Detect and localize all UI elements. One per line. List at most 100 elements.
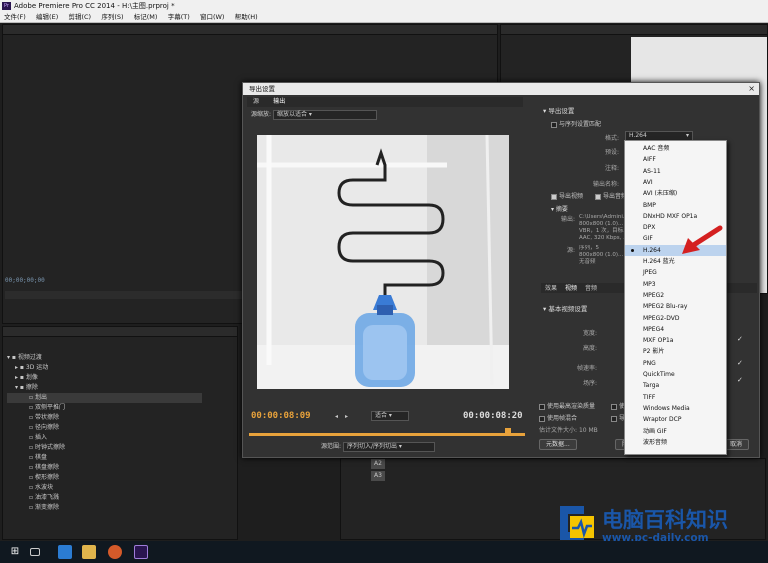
menu-edit[interactable]: 编辑(E) (36, 12, 58, 23)
tab-video[interactable]: 视频 (565, 284, 577, 294)
format-option[interactable]: MPEG2-DVD (625, 313, 726, 324)
tab-effects[interactable]: 效果 (545, 284, 557, 294)
browser-icon[interactable] (108, 545, 122, 559)
track-label-a2[interactable]: A2 (371, 459, 385, 469)
format-option[interactable]: Targa (625, 380, 726, 391)
tree-subitem[interactable]: ▫ 双侧平推门 (7, 403, 202, 413)
source-range-row: 源范围: 序列切入/序列切出 ▾ (249, 441, 525, 453)
fit-dropdown[interactable]: 适合 ▾ (371, 411, 409, 421)
menu-marker[interactable]: 标记(M) (134, 12, 158, 23)
format-option[interactable]: MPEG4 (625, 324, 726, 335)
format-option[interactable]: DNxHD MXF OP1a (625, 211, 726, 222)
file-explorer-icon[interactable] (82, 545, 96, 559)
tree-subitem[interactable]: ▫ 径向擦除 (7, 423, 202, 433)
format-option[interactable]: MXF OP1a (625, 335, 726, 346)
tree-subitem[interactable]: ▫ 棋盘擦除 (7, 463, 202, 473)
summary-header[interactable]: ▾ 摘要 (551, 204, 568, 213)
tree-subitem[interactable]: ▫ 渐变擦除 (7, 503, 202, 513)
export-audio-checkbox[interactable]: 导出音频 (595, 191, 627, 200)
start-icon[interactable]: ⊞ (8, 545, 22, 559)
summary-output-label: 输出: (560, 216, 575, 223)
watermark-title: 电脑百科知识 (602, 508, 728, 532)
close-icon[interactable]: × (748, 83, 755, 95)
tab-output[interactable]: 输出 (273, 97, 285, 107)
tree-subitem[interactable]: ▫ 楔形擦除 (7, 473, 202, 483)
tree-item[interactable]: ▸ ▪ 3D 运动 (7, 363, 202, 373)
format-option[interactable]: BMP (625, 200, 726, 211)
menu-clip[interactable]: 剪辑(C) (68, 12, 91, 23)
format-option[interactable]: TIFF (625, 392, 726, 403)
menu-file[interactable]: 文件(F) (4, 12, 26, 23)
tree-subitem[interactable]: ▫ 插入 (7, 433, 202, 443)
tree-item[interactable]: ▾ ▪ 擦除 (7, 383, 202, 393)
tree-subitem[interactable]: ▫ 棋盘 (7, 453, 202, 463)
tab-audio[interactable]: 音频 (585, 284, 597, 294)
preview-scrubber[interactable] (249, 433, 525, 436)
format-option[interactable]: PNG (625, 358, 726, 369)
menu-help[interactable]: 帮助(H) (235, 12, 258, 23)
menu-window[interactable]: 窗口(W) (200, 12, 225, 23)
program-monitor-tabs[interactable] (501, 25, 767, 35)
format-option[interactable]: AVI (未压缩) (625, 188, 726, 199)
track-label-a3[interactable]: A3 (371, 471, 385, 481)
scrubber-playhead[interactable] (505, 428, 511, 434)
format-option[interactable]: MPEG2 Blu-ray (625, 301, 726, 312)
source-range-dropdown[interactable]: 序列切入/序列切出 ▾ (342, 441, 435, 452)
format-option[interactable]: AVI (625, 177, 726, 188)
format-option[interactable]: JPEG (625, 267, 726, 278)
effects-tree: ▾ ▪ 视频过渡 ▸ ▪ 3D 运动 ▸ ▪ 划像 ▾ ▪ 擦除 ▫ 划出 ▫ … (7, 353, 237, 539)
word-app-icon[interactable] (58, 545, 72, 559)
format-option[interactable]: AAC 音频 (625, 143, 726, 154)
format-option[interactable]: Windows Media (625, 403, 726, 414)
selected-dot-icon (631, 248, 634, 252)
comment-label: 注释: (604, 165, 619, 172)
premiere-logo-icon: Pr (2, 2, 11, 10)
in-timecode[interactable]: 00:00:08:09 (251, 411, 311, 421)
format-option[interactable]: MP3 (625, 279, 726, 290)
export-video-checkbox[interactable]: 导出视频 (551, 191, 583, 200)
frame-blending-checkbox[interactable]: 使用帧混合 (539, 413, 577, 422)
export-settings-header[interactable]: ▾ 导出设置 (543, 105, 574, 115)
menu-title[interactable]: 字幕(T) (168, 12, 190, 23)
step-forward-icon[interactable]: ▸ (345, 413, 348, 420)
menu-sequence[interactable]: 序列(S) (101, 12, 123, 23)
max-render-quality-checkbox[interactable]: 使用最高渲染质量 (539, 401, 595, 410)
task-view-icon[interactable] (30, 548, 40, 556)
estimated-size: 估计文件大小: 10 MB (539, 427, 598, 434)
framerate-checkbox-icon[interactable]: ✓ (737, 359, 743, 367)
format-option[interactable]: AIFF (625, 154, 726, 165)
format-option[interactable]: AS-11 (625, 166, 726, 177)
taskbar: ⊞ (0, 541, 768, 563)
metadata-button[interactable]: 元数据... (539, 439, 577, 450)
tree-subitem[interactable]: ▫ 划出 (7, 393, 202, 403)
source-scaling-label: 源缩放: (251, 111, 272, 118)
window-title-bar: Pr Adobe Premiere Pro CC 2014 - H:\主图.pr… (0, 0, 768, 12)
source-monitor-tabs[interactable] (3, 25, 497, 35)
source-scaling-dropdown[interactable]: 缩放以适合 ▾ (272, 109, 377, 120)
preset-label: 预设: (604, 149, 619, 156)
effects-panel-tabs[interactable] (3, 327, 237, 337)
premiere-taskbar-icon[interactable] (134, 545, 148, 559)
tab-source[interactable]: 源 (253, 97, 259, 107)
step-back-icon[interactable]: ◂ (335, 413, 338, 420)
source-scaling-row: 源缩放: 缩放以适合 ▾ (247, 109, 523, 121)
effects-panel: ▾ ▪ 视频过渡 ▸ ▪ 3D 运动 ▸ ▪ 划像 ▾ ▪ 擦除 ▫ 划出 ▫ … (2, 326, 238, 540)
tree-subitem[interactable]: ▫ 带状擦除 (7, 413, 202, 423)
tree-subitem[interactable]: ▫ 水波块 (7, 483, 202, 493)
basic-video-header[interactable]: ▾ 基本视频设置 (543, 303, 587, 313)
width-checkbox-icon[interactable]: ✓ (737, 335, 743, 343)
tree-folder-video-transitions[interactable]: ▾ ▪ 视频过渡 (7, 353, 202, 363)
format-option[interactable]: Wraptor DCP (625, 414, 726, 425)
format-option[interactable]: 动画 GIF (625, 426, 726, 437)
format-option[interactable]: QuickTime (625, 369, 726, 380)
tree-subitem[interactable]: ▫ 油漆飞溅 (7, 493, 202, 503)
format-option[interactable]: 波形音频 (625, 437, 726, 448)
tree-item[interactable]: ▸ ▪ 划像 (7, 373, 202, 383)
format-option[interactable]: P2 影片 (625, 346, 726, 357)
match-sequence-checkbox[interactable]: 与序列设置匹配 (551, 119, 601, 128)
source-range-label: 源范围: (321, 443, 342, 450)
field-order-checkbox-icon[interactable]: ✓ (737, 376, 743, 384)
tree-subitem[interactable]: ▫ 时钟式擦除 (7, 443, 202, 453)
out-timecode: 00:00:08:20 (463, 411, 523, 421)
format-option[interactable]: MPEG2 (625, 290, 726, 301)
